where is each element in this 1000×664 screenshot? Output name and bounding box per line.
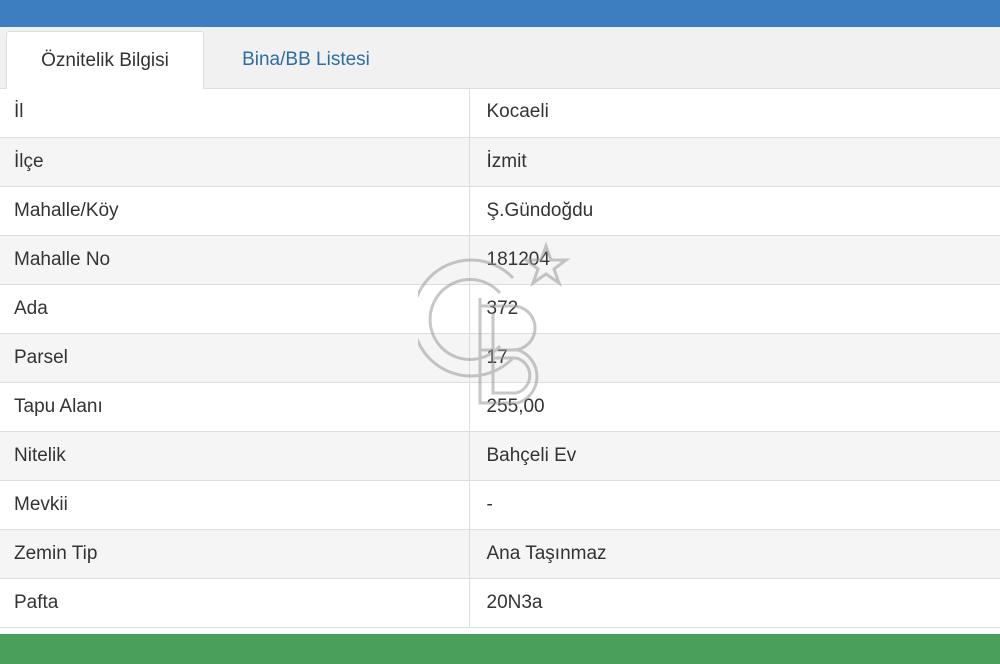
row-label: Zemin Tip bbox=[0, 529, 470, 579]
row-label: Ada bbox=[0, 284, 470, 334]
row-value: 20N3a bbox=[469, 578, 1000, 628]
table-row: Mevkii - bbox=[0, 480, 1000, 530]
table-row: Mahalle No 181204 bbox=[0, 235, 1000, 285]
table-row: Mahalle/Köy Ş.Gündoğdu bbox=[0, 186, 1000, 236]
row-label: Tapu Alanı bbox=[0, 382, 470, 432]
table-row: İl Kocaeli bbox=[0, 88, 1000, 138]
row-label: İl bbox=[0, 88, 470, 138]
table-row: Tapu Alanı 255,00 bbox=[0, 382, 1000, 432]
row-value: İzmit bbox=[469, 137, 1000, 187]
row-label: Mahalle/Köy bbox=[0, 186, 470, 236]
table-row: Ada 372 bbox=[0, 284, 1000, 334]
row-label: İlçe bbox=[0, 137, 470, 187]
row-label: Mevkii bbox=[0, 480, 470, 530]
row-value: 17 bbox=[469, 333, 1000, 383]
table-row: Zemin Tip Ana Taşınmaz bbox=[0, 529, 1000, 579]
table-row: Parsel 17 bbox=[0, 333, 1000, 383]
tab-oznitelik-bilgisi[interactable]: Öznitelik Bilgisi bbox=[6, 31, 204, 89]
row-value: Ana Taşınmaz bbox=[469, 529, 1000, 579]
row-label: Mahalle No bbox=[0, 235, 470, 285]
row-value: - bbox=[469, 480, 1000, 530]
bottom-action-bar bbox=[0, 634, 1000, 664]
row-value: Ş.Gündoğdu bbox=[469, 186, 1000, 236]
row-value: 372 bbox=[469, 284, 1000, 334]
tab-bar: Öznitelik Bilgisi Bina/BB Listesi bbox=[0, 27, 1000, 89]
table-row: Nitelik Bahçeli Ev bbox=[0, 431, 1000, 481]
row-label: Nitelik bbox=[0, 431, 470, 481]
row-value: 181204 bbox=[469, 235, 1000, 285]
row-value: Kocaeli bbox=[469, 88, 1000, 138]
row-label: Pafta bbox=[0, 578, 470, 628]
table-row: Pafta 20N3a bbox=[0, 578, 1000, 628]
table-row: İlçe İzmit bbox=[0, 137, 1000, 187]
row-value: Bahçeli Ev bbox=[469, 431, 1000, 481]
row-value: 255,00 bbox=[469, 382, 1000, 432]
header-bar bbox=[0, 0, 1000, 27]
tab-bina-bb-listesi[interactable]: Bina/BB Listesi bbox=[206, 31, 406, 88]
row-label: Parsel bbox=[0, 333, 470, 383]
attribute-table: İl Kocaeli İlçe İzmit Mahalle/Köy Ş.Günd… bbox=[0, 88, 1000, 628]
